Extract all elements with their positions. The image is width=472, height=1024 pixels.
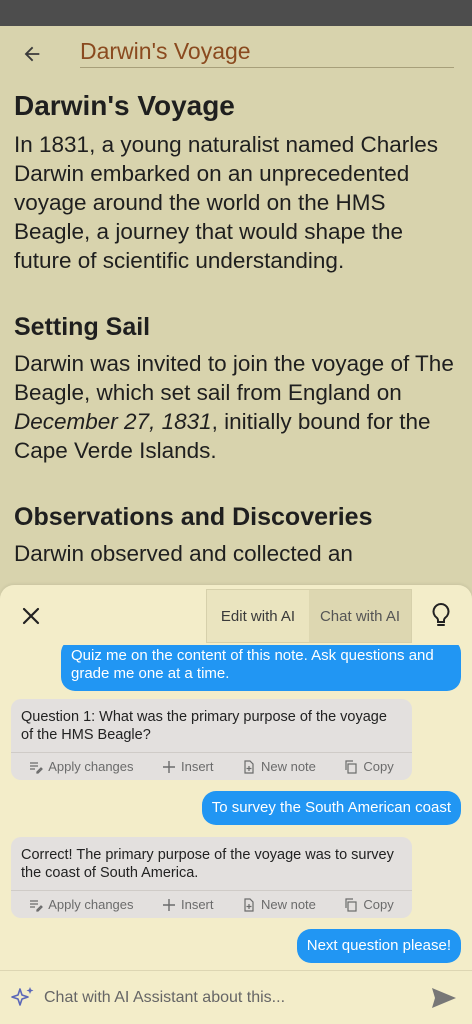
send-icon (432, 988, 456, 1008)
chat-input[interactable] (44, 981, 414, 1015)
apply-changes-label: Apply changes (48, 759, 134, 774)
user-message: Next question please! (296, 929, 461, 963)
paragraph-setting-sail: Darwin was invited to join the voyage of… (14, 349, 458, 465)
plus-icon (162, 898, 175, 911)
arrow-left-icon (24, 46, 40, 62)
ai-message: Question 1: What was the primary purpose… (11, 699, 412, 780)
send-button[interactable] (428, 983, 460, 1013)
close-button[interactable] (14, 599, 48, 633)
close-icon (22, 607, 40, 625)
apply-changes-button[interactable]: Apply changes (29, 897, 134, 912)
note-title-field[interactable]: Darwin's Voyage (80, 34, 454, 68)
copy-button[interactable]: Copy (344, 759, 394, 774)
new-file-icon (244, 759, 254, 774)
para-text-start: Darwin was invited to join the voyage of… (14, 351, 454, 405)
ai-message-text: Correct! The primary purpose of the voya… (21, 847, 394, 881)
insert-button[interactable]: Insert (162, 897, 214, 912)
user-message: To survey the South American coast (201, 791, 461, 825)
paragraph-intro: In 1831, a young naturalist named Charle… (14, 132, 439, 273)
lightbulb-icon (432, 602, 450, 626)
plus-icon (162, 760, 175, 773)
new-note-button[interactable]: New note (242, 897, 316, 912)
paragraph-observations: Darwin observed and collected an (14, 541, 353, 566)
apply-changes-label: Apply changes (48, 897, 134, 912)
insert-label: Insert (180, 759, 214, 774)
ai-message-text: Question 1: What was the primary purpose… (21, 709, 387, 743)
heading-observations: Observations and Discoveries (14, 503, 373, 531)
edit-lines-icon (30, 899, 44, 912)
message-actions: Apply changes Insert New note Copy (11, 752, 412, 780)
heading-setting-sail: Setting Sail (14, 313, 151, 341)
copy-label: Copy (363, 897, 394, 912)
chat-messages[interactable]: Quiz me on the content of this note. Ask… (0, 645, 472, 967)
sparkle-icon (11, 987, 34, 1006)
new-note-label: New note (260, 759, 316, 774)
back-button[interactable] (14, 36, 50, 72)
user-message: Quiz me on the content of this note. Ask… (61, 645, 461, 691)
mode-switch: Edit with AI Chat with AI (206, 589, 412, 643)
top-bar: Darwin's Voyage (0, 26, 472, 82)
copy-label: Copy (363, 759, 394, 774)
new-note-label: New note (260, 897, 316, 912)
note-content[interactable]: Darwin's Voyage In 1831, a young natural… (14, 88, 458, 584)
copy-icon (345, 759, 357, 774)
tab-chat-with-ai[interactable]: Chat with AI (309, 590, 411, 642)
status-bar (0, 0, 472, 26)
copy-icon (345, 897, 357, 912)
tab-edit-with-ai[interactable]: Edit with AI (207, 590, 309, 642)
heading-darwins-voyage: Darwin's Voyage (14, 90, 235, 121)
ai-message: Correct! The primary purpose of the voya… (11, 837, 412, 918)
copy-button[interactable]: Copy (344, 897, 394, 912)
para-date: December 27, 1831 (14, 409, 212, 434)
new-note-button[interactable]: New note (242, 759, 316, 774)
edit-lines-icon (30, 761, 44, 774)
suggestions-button[interactable] (424, 597, 458, 633)
insert-label: Insert (180, 897, 214, 912)
new-file-icon (244, 897, 254, 912)
insert-button[interactable]: Insert (162, 759, 214, 774)
ai-chat-panel: Edit with AI Chat with AI Quiz me on the… (0, 585, 472, 1024)
message-actions: Apply changes Insert New note Copy (11, 890, 412, 918)
apply-changes-button[interactable]: Apply changes (29, 759, 134, 774)
chat-input-bar (0, 970, 472, 1024)
